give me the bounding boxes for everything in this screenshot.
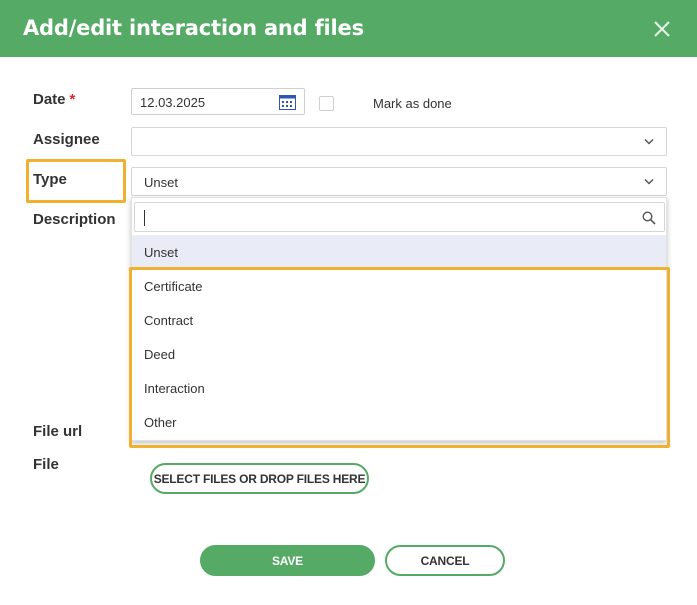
date-input[interactable]: 12.03.2025	[131, 88, 305, 115]
chevron-down-icon	[644, 138, 654, 145]
mark-done-checkbox[interactable]	[319, 96, 334, 111]
assignee-select[interactable]	[131, 127, 667, 156]
type-label: Type	[33, 171, 67, 188]
save-button[interactable]: SAVE	[200, 545, 375, 576]
cancel-button[interactable]: CANCEL	[385, 545, 505, 576]
type-value: Unset	[144, 175, 178, 190]
file-url-label: File url	[33, 423, 83, 440]
file-label: File	[33, 456, 59, 473]
mark-done-label: Mark as done	[373, 96, 452, 111]
dialog-header: Add/edit interaction and files	[0, 0, 697, 57]
dialog-title: Add/edit interaction and files	[23, 16, 364, 40]
option-label: Unset	[144, 245, 178, 260]
dropdown-option-unset[interactable]: Unset	[132, 235, 666, 269]
options-highlight	[129, 267, 670, 448]
dropdown-search-input[interactable]	[134, 202, 665, 232]
select-files-button[interactable]: SELECT FILES OR DROP FILES HERE	[150, 463, 369, 494]
chevron-down-icon	[644, 178, 654, 185]
close-icon[interactable]	[652, 19, 672, 39]
date-label: Date *	[33, 91, 75, 108]
calendar-icon[interactable]	[279, 95, 296, 110]
date-label-text: Date	[33, 91, 66, 108]
date-value: 12.03.2025	[140, 95, 206, 110]
text-caret	[144, 210, 145, 226]
required-mark: *	[69, 91, 76, 108]
description-label: Description	[33, 211, 116, 228]
type-select[interactable]: Unset	[131, 167, 667, 196]
search-icon	[642, 211, 656, 225]
assignee-label: Assignee	[33, 131, 100, 148]
